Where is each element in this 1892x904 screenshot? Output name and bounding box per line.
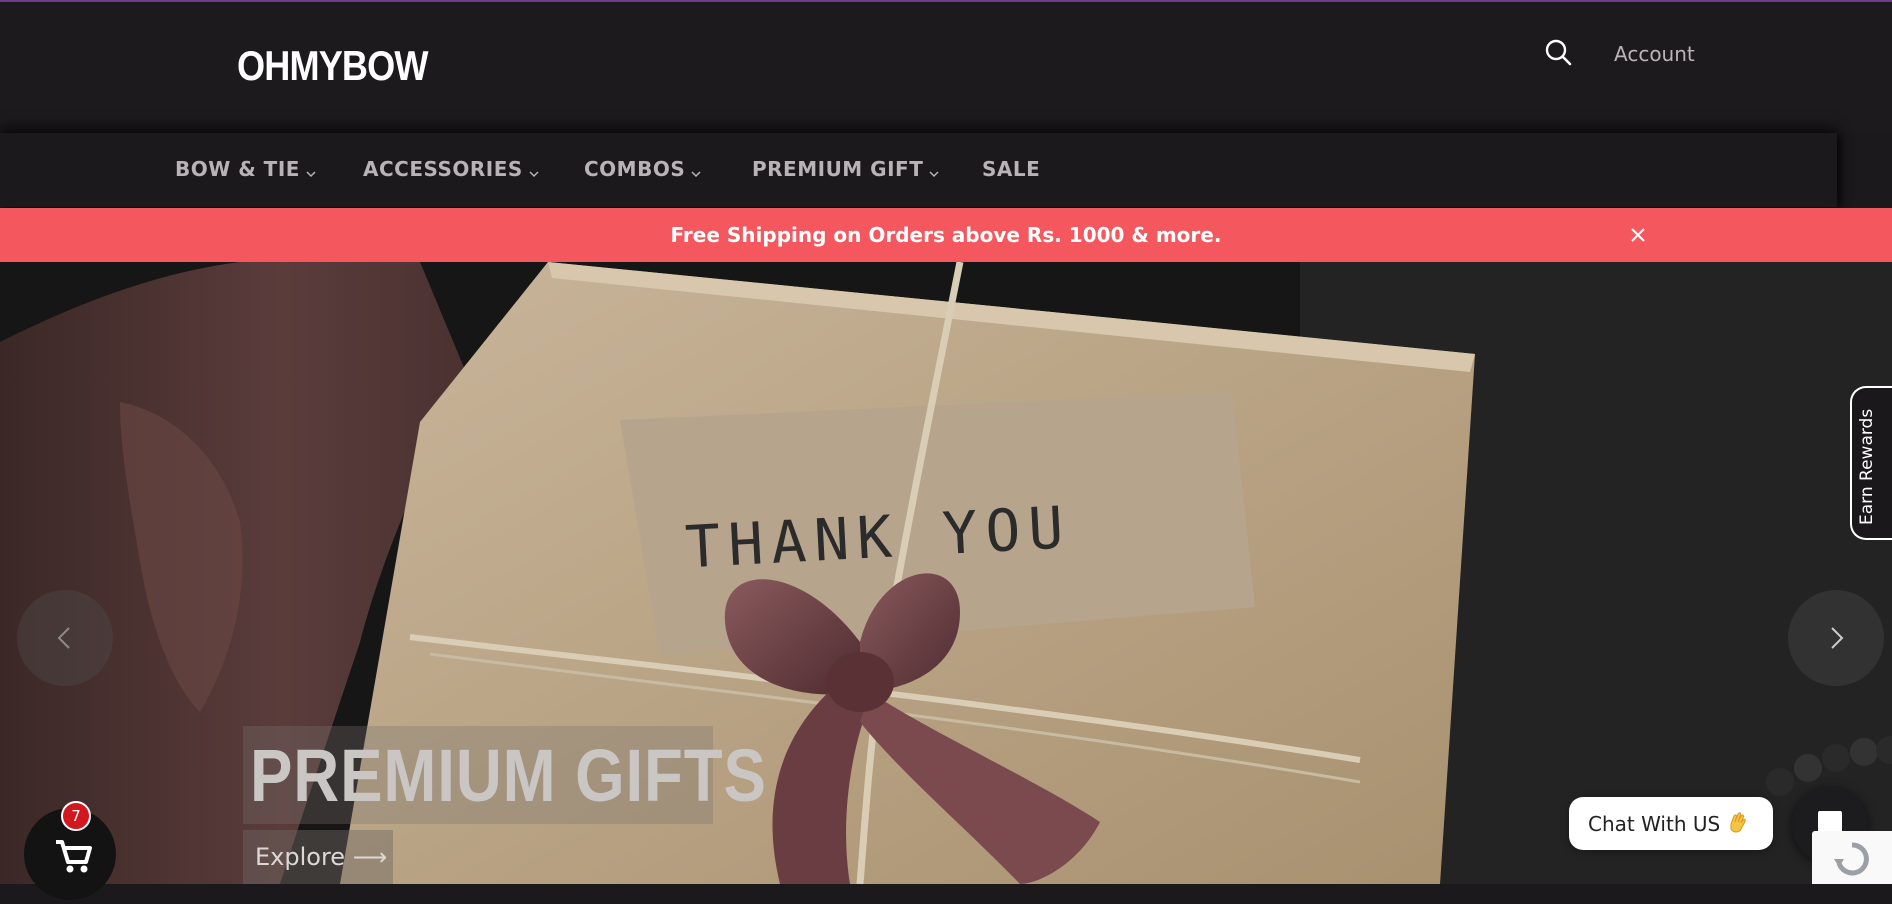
chat-label: Chat With US	[1588, 812, 1721, 836]
nav-item-label: BOW & TIE	[175, 157, 300, 181]
chevron-right-icon	[1831, 627, 1844, 649]
nav-item-accessories[interactable]: ACCESSORIES	[363, 157, 539, 183]
chevron-down-icon	[306, 159, 316, 183]
slider-prev-button[interactable]	[17, 590, 113, 686]
announcement-text: Free Shipping on Orders above Rs. 1000 &…	[670, 223, 1222, 247]
hero-title: PREMIUM GIFTS	[250, 734, 767, 817]
nav-item-label: ACCESSORIES	[363, 157, 523, 181]
announcement-bar: Free Shipping on Orders above Rs. 1000 &…	[0, 208, 1892, 262]
chevron-left-icon	[57, 627, 70, 649]
recaptcha-badge	[1812, 831, 1892, 884]
recaptcha-icon	[1834, 842, 1869, 876]
cart-count-badge: 7	[61, 801, 91, 831]
nav-item-label: COMBOS	[584, 157, 686, 181]
nav-item-label: SALE	[982, 157, 1041, 181]
nav-item-premium-gift[interactable]: PREMIUM GIFT	[752, 157, 939, 183]
chevron-down-icon	[929, 159, 939, 183]
search-icon[interactable]	[1544, 38, 1574, 68]
nav-item-combos[interactable]: COMBOS	[584, 157, 701, 183]
chevron-down-icon	[691, 159, 701, 183]
main-nav: BOW & TIE ACCESSORIES COMBOS PREMIUM GIF…	[0, 133, 1837, 207]
slider-next-button[interactable]	[1788, 590, 1884, 686]
nav-item-bow-tie[interactable]: BOW & TIE	[175, 157, 316, 183]
nav-item-label: PREMIUM GIFT	[752, 157, 924, 181]
account-link[interactable]: Account	[1614, 42, 1695, 66]
explore-button[interactable]: Explore ⟶	[243, 830, 393, 884]
site-logo[interactable]: OHMYBOW	[237, 42, 428, 90]
close-icon[interactable]	[1627, 224, 1649, 246]
nav-item-sale[interactable]: SALE	[982, 157, 1040, 181]
site-header: OHMYBOW Account	[0, 2, 1892, 132]
chevron-down-icon	[529, 159, 539, 183]
earn-rewards-label: Earn Rewards	[1857, 408, 1877, 525]
wave-hand-icon	[1725, 810, 1751, 842]
